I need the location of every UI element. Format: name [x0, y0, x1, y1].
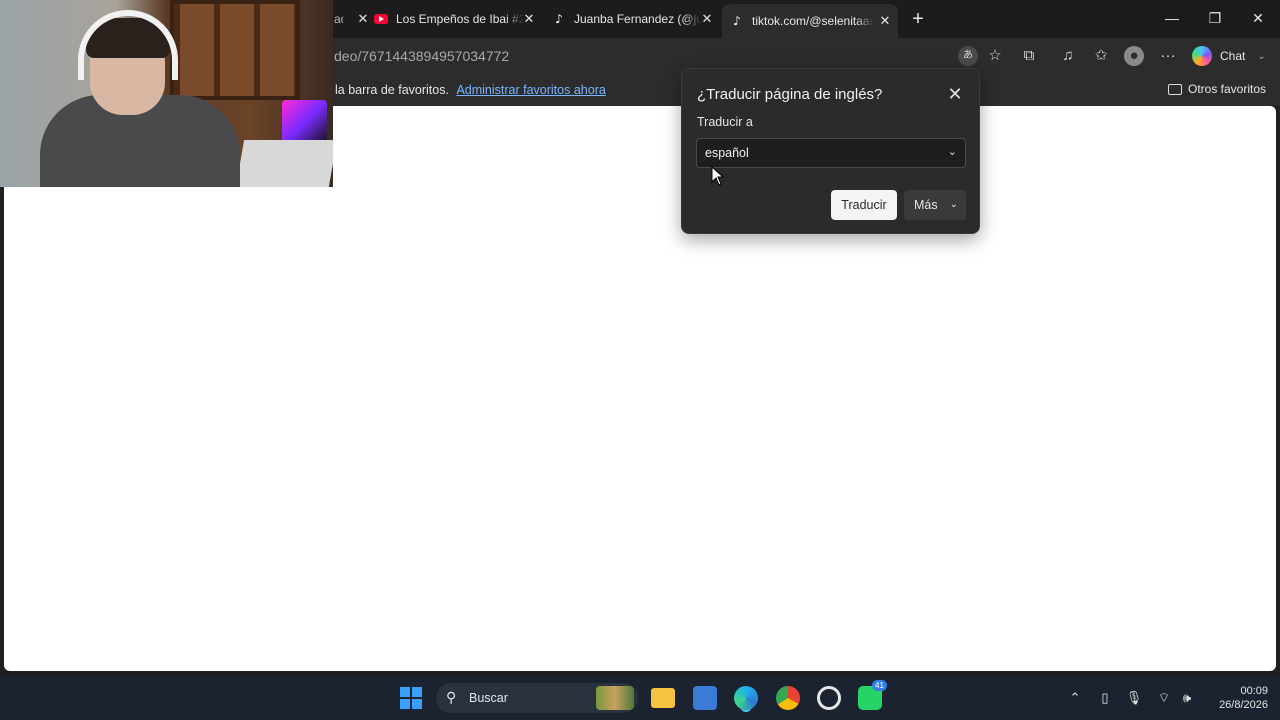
search-icon: ⚲: [446, 689, 457, 705]
tab-1-title: ac: [334, 12, 344, 26]
translate-popup-title: ¿Traducir página de inglés?: [697, 86, 883, 103]
clock-date: 26/8/2026: [1219, 699, 1268, 711]
translate-button[interactable]: Traducir: [831, 190, 897, 220]
new-tab-button[interactable]: +: [908, 9, 928, 29]
translate-icon[interactable]: あ: [958, 46, 978, 66]
tab-4-active[interactable]: ♪ tiktok.com/@selenitaaaa ✕: [722, 4, 898, 38]
webcam-person: [40, 10, 240, 187]
volume-icon[interactable]: 🕪: [1178, 689, 1196, 707]
usb-icon[interactable]: ▯: [1096, 689, 1114, 707]
chevron-down-icon: ⌄: [947, 146, 957, 158]
chevron-down-icon: ⌄: [949, 199, 958, 210]
translate-to-label: Traducir a: [697, 115, 753, 129]
tab-3-title: Juanba Fernandez (@juan: [574, 12, 702, 26]
close-icon[interactable]: ✕: [945, 84, 965, 104]
windows-start-icon[interactable]: [399, 686, 423, 710]
chevron-down-icon: ⌄: [1257, 50, 1266, 62]
microphone-icon[interactable]: 🎙: [1125, 689, 1143, 707]
tab-4-title: tiktok.com/@selenitaaaa: [752, 14, 874, 28]
search-label: Buscar: [469, 691, 508, 705]
tiktok-icon: ♪: [555, 12, 563, 26]
manage-favorites-link[interactable]: Administrar favoritos ahora: [456, 83, 605, 97]
webcam-desk: [235, 140, 333, 187]
tiktok-icon: ♪: [733, 14, 741, 28]
close-icon[interactable]: ✕: [700, 12, 714, 26]
obs-icon[interactable]: [817, 686, 841, 710]
folder-icon: [1168, 83, 1182, 95]
favorite-star-icon[interactable]: ☆: [985, 46, 1005, 66]
youtube-icon: [374, 12, 388, 26]
copilot-icon: [1192, 46, 1212, 66]
more-options-button[interactable]: Más ⌄: [904, 190, 966, 220]
minimize-icon[interactable]: —: [1162, 8, 1182, 28]
headset-icon: [78, 10, 178, 80]
restore-icon[interactable]: ❐: [1205, 8, 1225, 28]
favorites-icon[interactable]: ✩: [1091, 46, 1111, 66]
close-icon[interactable]: ✕: [878, 14, 892, 28]
edge-icon[interactable]: [734, 686, 758, 710]
microsoft-store-icon[interactable]: [693, 686, 717, 710]
language-select[interactable]: español ⌄: [696, 138, 966, 168]
window-close-icon[interactable]: ✕: [1248, 8, 1268, 28]
webcam-pc-case: [282, 100, 327, 145]
favorites-bar-message: la barra de favoritos.: [335, 83, 449, 97]
webcam-overlay: [0, 0, 333, 187]
profile-avatar-icon[interactable]: ●: [1124, 46, 1144, 66]
translate-popup: ¿Traducir página de inglés? ✕ Traducir a…: [681, 68, 980, 234]
extensions-icon[interactable]: ⧉: [1019, 46, 1039, 66]
whatsapp-icon[interactable]: 41: [858, 680, 887, 710]
more-menu-icon[interactable]: ···: [1158, 46, 1178, 66]
file-explorer-icon[interactable]: [651, 688, 675, 708]
close-icon[interactable]: ✕: [522, 12, 536, 26]
taskbar-search[interactable]: ⚲ Buscar: [436, 683, 638, 713]
chat-label: Chat: [1220, 49, 1246, 63]
more-options-label: Más: [914, 198, 938, 212]
clock-time: 00:09: [1240, 685, 1268, 697]
media-icon[interactable]: ♫: [1058, 46, 1078, 66]
notification-badge: 41: [872, 680, 887, 691]
mouse-cursor-icon: [711, 166, 725, 186]
favorites-bar-text: la barra de favoritos. Administrar favor…: [335, 83, 606, 97]
chevron-up-icon[interactable]: ⌃: [1066, 689, 1084, 707]
chrome-icon[interactable]: [776, 686, 800, 710]
taskbar-clock[interactable]: 00:09 26/8/2026: [1208, 684, 1268, 712]
language-select-value: español: [705, 146, 749, 160]
address-bar-url[interactable]: deo/7671443894957034772: [334, 48, 509, 64]
page-content[interactable]: [4, 106, 1276, 671]
wifi-icon[interactable]: ⌔: [1155, 689, 1173, 707]
copilot-chat-button[interactable]: Chat ⌄: [1192, 46, 1266, 66]
taskbar: ⚲ Buscar 41 ⌃ ▯ 🎙 ⌔ 🕪 00:09 26/8/2026: [0, 676, 1280, 720]
tab-2[interactable]: Los Empeños de Ibai #2 ✕: [374, 6, 542, 32]
tab-3[interactable]: ♪ Juanba Fernandez (@juan ✕: [552, 6, 720, 32]
other-favorites-button[interactable]: Otros favoritos: [1168, 82, 1266, 96]
tab-1[interactable]: ac ✕: [334, 6, 368, 32]
close-icon[interactable]: ✕: [356, 12, 370, 26]
other-favorites-label: Otros favoritos: [1188, 82, 1267, 96]
tab-2-title: Los Empeños de Ibai #2: [396, 12, 524, 26]
search-highlight-image: [596, 686, 634, 710]
